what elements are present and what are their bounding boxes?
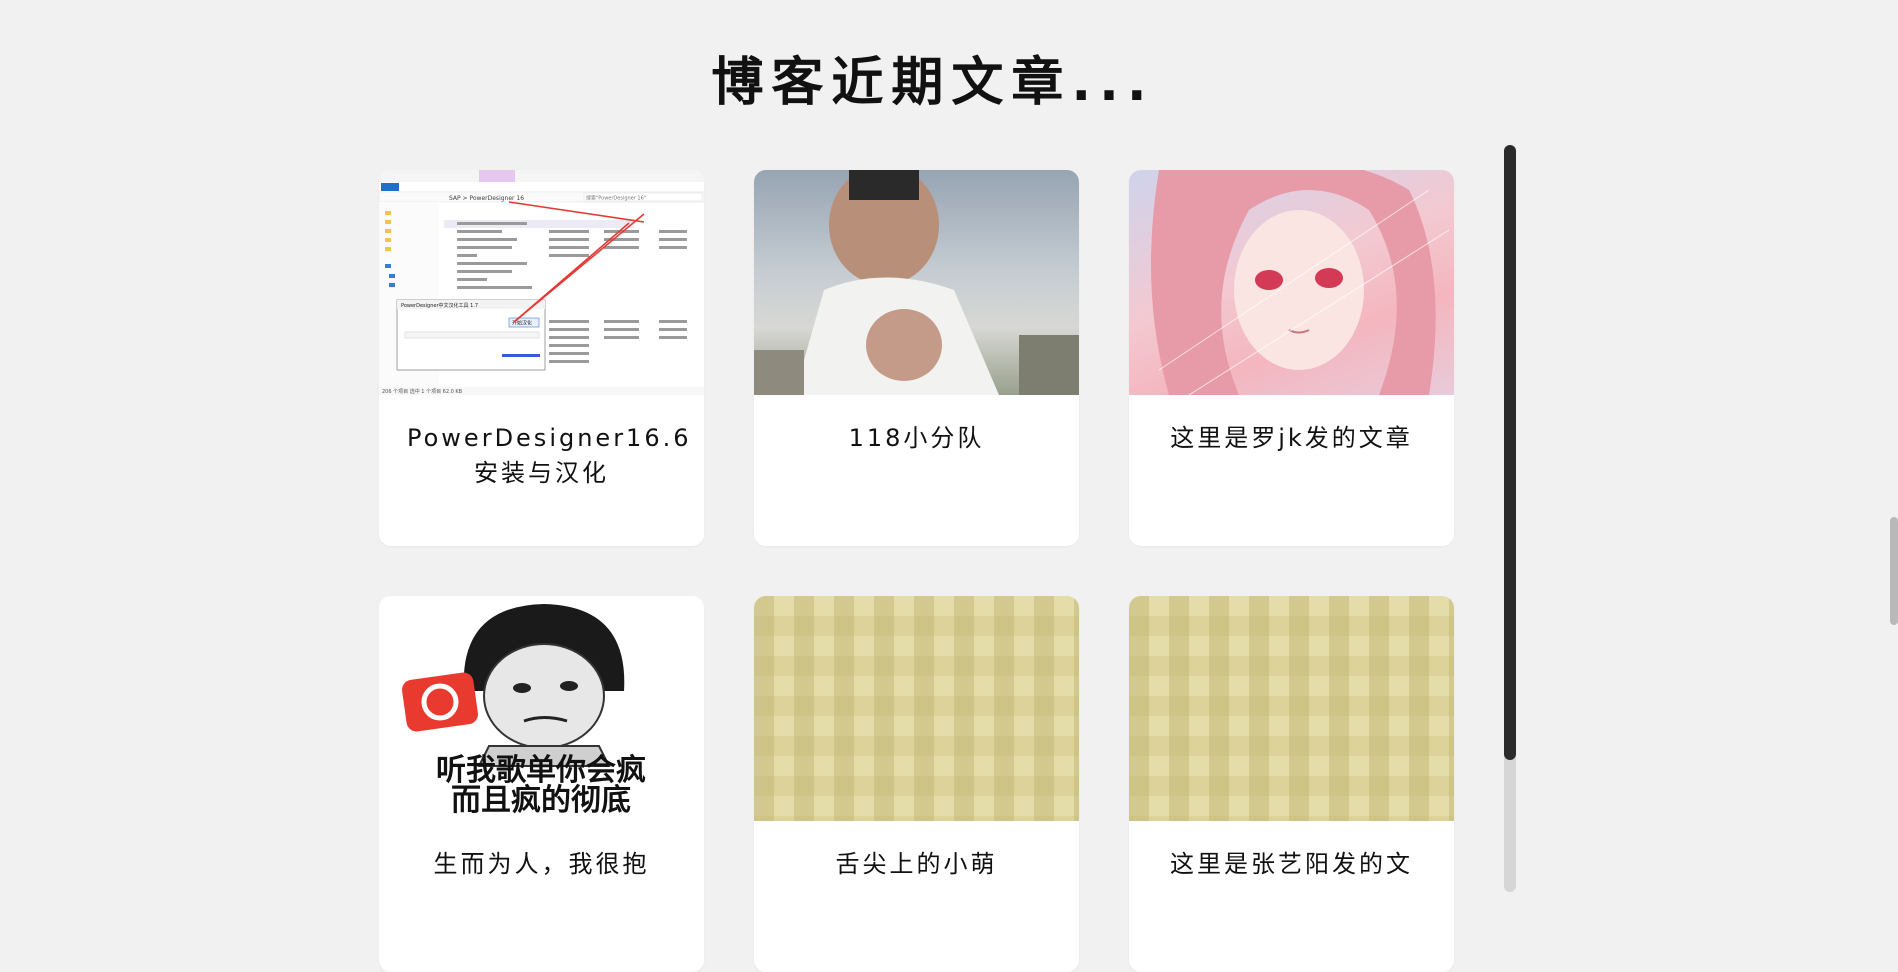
article-title[interactable]: 这里是张艺阳发的文 (1129, 821, 1454, 882)
article-grid: SAP > PowerDesigner 16 搜索"PowerDesigner … (379, 170, 1455, 972)
screenshot-status: 206 个项目 选中 1 个项目 62.0 KB (382, 388, 463, 395)
man-photo-image (754, 170, 1079, 395)
page-title: 博客近期文章... (711, 53, 1155, 113)
netease-music-icon (402, 672, 478, 732)
article-thumbnail (754, 170, 1079, 395)
article-thumbnail (1129, 170, 1454, 395)
article-title[interactable]: PowerDesigner16.6安装与汉化 (379, 395, 704, 491)
article-card[interactable]: 118小分队 (754, 170, 1079, 546)
article-card[interactable]: 这里是罗jk发的文章 (1129, 170, 1454, 546)
article-thumbnail: 听我歌单你会疯 而且疯的彻底 (379, 596, 704, 821)
screenshot-search: 搜索"PowerDesigner 16" (586, 195, 646, 202)
article-title[interactable]: 生而为人，我很抱 (379, 821, 704, 882)
article-list-scrollbar-thumb[interactable] (1504, 145, 1516, 760)
article-card[interactable]: 舌尖上的小萌 (754, 596, 1079, 972)
article-card[interactable]: 听我歌单你会疯 而且疯的彻底 生而为人，我很抱 (379, 596, 704, 972)
article-title[interactable]: 118小分队 (754, 395, 1079, 456)
article-card[interactable]: 这里是张艺阳发的文 (1129, 596, 1454, 972)
screenshot-dialog-title: PowerDesigner中文汉化工具 1.7 (401, 302, 478, 309)
screenshot-path: SAP > PowerDesigner 16 (449, 195, 524, 202)
meme-caption-line2: 而且疯的彻底 (451, 783, 631, 818)
page-scrollbar-thumb[interactable] (1890, 517, 1898, 625)
meme-image: 听我歌单你会疯 而且疯的彻底 (402, 604, 646, 818)
anime-girl-image (1151, 170, 1450, 395)
article-thumbnail (754, 596, 1079, 821)
article-title[interactable]: 舌尖上的小萌 (754, 821, 1079, 882)
installer-screenshot-image: SAP > PowerDesigner 16 搜索"PowerDesigner … (379, 170, 704, 395)
article-card[interactable]: SAP > PowerDesigner 16 搜索"PowerDesigner … (379, 170, 704, 546)
article-title[interactable]: 这里是罗jk发的文章 (1129, 395, 1454, 456)
article-thumbnail (1129, 596, 1454, 821)
article-thumbnail: SAP > PowerDesigner 16 搜索"PowerDesigner … (379, 170, 704, 395)
